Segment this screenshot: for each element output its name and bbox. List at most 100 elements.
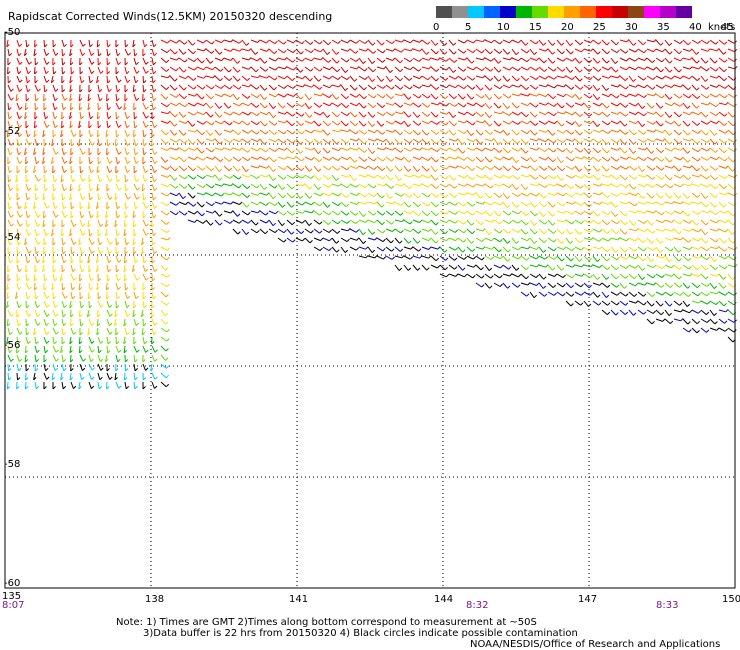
wind-barb bbox=[448, 120, 455, 127]
wind-barb bbox=[196, 93, 203, 100]
wind-barb bbox=[322, 174, 329, 180]
wind-barb bbox=[214, 138, 221, 145]
wind-barb bbox=[619, 156, 627, 160]
wind-barb bbox=[394, 66, 401, 72]
wind-barb-flag bbox=[689, 165, 693, 169]
wind-barb-flag bbox=[678, 132, 682, 136]
wind-barb bbox=[529, 57, 537, 61]
wind-barb-flag bbox=[680, 210, 684, 215]
wind-barb-flag bbox=[715, 211, 719, 216]
wind-barb bbox=[529, 147, 537, 151]
wind-barb bbox=[529, 165, 536, 172]
wind-barb-flag bbox=[662, 129, 666, 133]
wind-barb bbox=[664, 192, 671, 199]
wind-barb-flag bbox=[480, 195, 484, 199]
wind-barb bbox=[196, 84, 203, 90]
wind-barb-flag bbox=[273, 131, 278, 135]
wind-barb-flag bbox=[626, 201, 630, 205]
wind-barb bbox=[223, 147, 231, 151]
wind-barb bbox=[142, 129, 145, 138]
wind-barb-flag bbox=[284, 66, 288, 70]
wind-barb bbox=[691, 174, 699, 178]
wind-barb-flag bbox=[616, 140, 620, 144]
wind-barb-flag bbox=[257, 148, 261, 152]
wind-barb bbox=[691, 93, 698, 99]
wind-barb bbox=[304, 93, 310, 100]
wind-barb-flag bbox=[482, 148, 486, 152]
wind-barb bbox=[700, 273, 707, 280]
wind-barb-flag bbox=[562, 293, 566, 297]
wind-barb-flag bbox=[373, 193, 377, 197]
wind-barb bbox=[511, 138, 518, 144]
wind-barb bbox=[709, 237, 717, 243]
wind-barb bbox=[7, 111, 10, 119]
wind-barb bbox=[421, 66, 429, 70]
wind-barb-flag bbox=[516, 267, 520, 271]
wind-barb-flag bbox=[715, 239, 719, 243]
wind-barb bbox=[241, 102, 249, 107]
wind-barb bbox=[268, 48, 275, 54]
wind-barb-flag bbox=[319, 230, 323, 234]
wind-barb-flag bbox=[193, 67, 198, 71]
wind-barb-flag bbox=[698, 229, 702, 233]
wind-barb-flag bbox=[653, 111, 657, 115]
wind-barb-flag bbox=[472, 158, 476, 162]
wind-barb bbox=[268, 138, 276, 143]
wind-barb-flag bbox=[327, 150, 331, 154]
wind-barb-flag bbox=[81, 214, 85, 219]
wind-barb bbox=[52, 66, 55, 75]
wind-barb bbox=[574, 219, 582, 225]
wind-barb bbox=[367, 156, 375, 162]
wind-barb-flag bbox=[723, 122, 728, 126]
wind-barb-flag bbox=[37, 313, 41, 317]
wind-barb-flag bbox=[697, 211, 701, 215]
wind-barb-flag bbox=[454, 194, 458, 198]
wind-barb-flag bbox=[499, 275, 503, 279]
wind-barb bbox=[610, 273, 617, 280]
wind-barb bbox=[709, 282, 715, 289]
wind-barb-flag bbox=[598, 68, 602, 72]
wind-barb-flag bbox=[192, 195, 196, 199]
wind-barb bbox=[205, 111, 212, 118]
wind-barb bbox=[664, 291, 672, 297]
wind-barb bbox=[160, 120, 168, 124]
wind-barb-flag bbox=[597, 51, 601, 55]
wind-barb-flag bbox=[109, 241, 113, 245]
wind-barb-flag bbox=[64, 214, 68, 218]
wind-barb-flag bbox=[82, 151, 86, 155]
wind-barb bbox=[619, 282, 625, 289]
wind-barb bbox=[574, 210, 582, 215]
wind-barb-flag bbox=[644, 228, 648, 232]
wind-barb bbox=[727, 291, 735, 296]
wind-barb bbox=[556, 210, 564, 214]
wind-barb bbox=[574, 183, 581, 189]
wind-barb-flag bbox=[18, 151, 22, 156]
wind-barb-flag bbox=[536, 137, 540, 142]
wind-barb bbox=[727, 120, 734, 127]
wind-barb-flag bbox=[211, 202, 215, 207]
wind-barb-flag bbox=[714, 321, 718, 325]
wind-barb-flag bbox=[301, 130, 305, 135]
wind-barb-flag bbox=[136, 97, 140, 101]
wind-barb bbox=[601, 48, 608, 55]
wind-barb-flag bbox=[653, 48, 657, 52]
wind-barb-flag bbox=[643, 131, 647, 135]
wind-barb bbox=[601, 75, 609, 79]
wind-barb-flag bbox=[126, 169, 131, 174]
wind-barb bbox=[637, 156, 645, 162]
wind-barb bbox=[16, 48, 20, 56]
wind-barb-flag bbox=[292, 212, 296, 216]
wind-barb-flag bbox=[517, 112, 522, 116]
wind-barb bbox=[142, 57, 147, 65]
wind-barb bbox=[727, 192, 735, 197]
wind-barb bbox=[502, 228, 509, 234]
wind-barb bbox=[223, 138, 231, 143]
wind-barb-flag bbox=[392, 228, 396, 232]
wind-barb bbox=[358, 93, 365, 100]
wind-barb-flag bbox=[35, 386, 40, 390]
wind-barb-flag bbox=[507, 258, 511, 262]
wind-barb-flag bbox=[488, 267, 493, 271]
wind-barb-flag bbox=[90, 116, 94, 120]
wind-barb bbox=[601, 237, 609, 242]
wind-barb bbox=[403, 237, 409, 244]
